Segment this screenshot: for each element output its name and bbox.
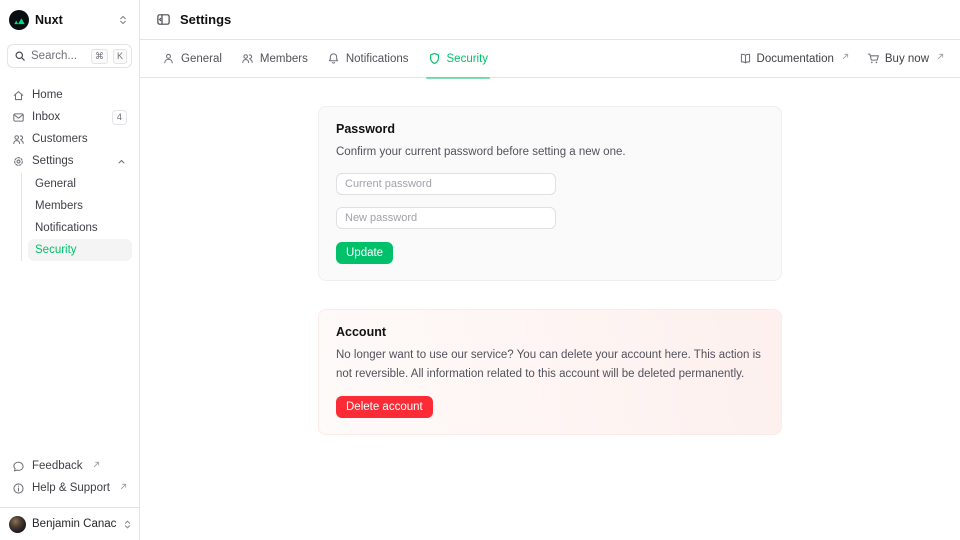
sidebar-item-settings[interactable]: Settings (7, 150, 132, 172)
help-support-link[interactable]: Help & Support (7, 477, 132, 499)
update-password-button[interactable]: Update (336, 242, 393, 264)
password-card-title: Password (336, 122, 764, 136)
search-icon (14, 50, 26, 62)
main: Settings General Members (140, 0, 960, 540)
tab-label: Members (260, 53, 308, 65)
content-area: Password Confirm your current password b… (140, 78, 960, 540)
bell-icon (327, 52, 340, 65)
app-root: Nuxt Search... ⌘ K (0, 0, 960, 540)
sidebar-item-label: Members (35, 200, 83, 212)
tab-bar: General Members Notifi (140, 40, 960, 78)
sidebar-item-general[interactable]: General (28, 173, 132, 195)
users-icon (12, 133, 25, 146)
sidebar-item-inbox[interactable]: Inbox 4 (7, 106, 132, 128)
sidebar-item-label: Home (32, 89, 63, 101)
external-link-icon (842, 53, 849, 60)
external-link-icon (120, 483, 127, 490)
shield-icon (428, 52, 441, 65)
sidebar-item-label: Inbox (32, 111, 60, 123)
chevron-up-icon (116, 156, 127, 167)
footer-link-label: Feedback (32, 460, 83, 472)
buy-now-button[interactable]: Buy now (867, 52, 944, 65)
account-card-title: Account (336, 325, 764, 339)
gear-icon (12, 155, 25, 168)
workspace-name: Nuxt (35, 13, 63, 27)
search-input[interactable]: Search... ⌘ K (7, 44, 132, 68)
documentation-link[interactable]: Documentation (739, 52, 849, 65)
tab-label: Security (447, 53, 489, 65)
user-name: Benjamin Canac (32, 518, 116, 530)
sidebar-item-customers[interactable]: Customers (7, 128, 132, 150)
sidebar-item-security[interactable]: Security (28, 239, 132, 261)
search-placeholder: Search... (31, 50, 86, 62)
sidebar-nav: Home Inbox 4 Custo (0, 74, 139, 449)
header-actions: Documentation Bu (739, 52, 944, 65)
sidebar-item-label: Security (35, 244, 77, 256)
chat-bubble-icon (12, 460, 25, 473)
sidebar-item-label: Settings (32, 155, 74, 167)
users-icon (241, 52, 254, 65)
current-password-field[interactable] (336, 173, 556, 195)
feedback-link[interactable]: Feedback (7, 455, 132, 477)
password-card-description: Confirm your current password before set… (336, 143, 764, 161)
tab-general[interactable]: General (162, 40, 222, 78)
cart-icon (867, 52, 880, 65)
nuxt-logo-icon (9, 10, 29, 30)
user-menu[interactable]: Benjamin Canac (0, 507, 139, 540)
settings-submenu: General Members Notifications Security (21, 173, 132, 261)
chevron-up-down-icon (122, 519, 133, 530)
sidebar-item-members[interactable]: Members (28, 195, 132, 217)
tab-notifications[interactable]: Notifications (327, 40, 409, 78)
info-circle-icon (12, 482, 25, 495)
sidebar-item-home[interactable]: Home (7, 84, 132, 106)
password-card: Password Confirm your current password b… (318, 106, 782, 281)
footer-link-label: Help & Support (32, 482, 110, 494)
collapse-sidebar-icon[interactable] (156, 12, 171, 27)
page-header: Settings (140, 0, 960, 40)
tab-label: General (181, 53, 222, 65)
sidebar-footer: Feedback Help & Support (0, 449, 139, 507)
page-title: Settings (180, 12, 231, 27)
sidebar-item-notifications[interactable]: Notifications (28, 217, 132, 239)
workspace[interactable]: Nuxt (9, 10, 63, 30)
home-icon (12, 89, 25, 102)
tab-security[interactable]: Security (428, 40, 489, 78)
sidebar-item-label: Customers (32, 133, 88, 145)
inbox-count-badge: 4 (112, 110, 127, 125)
account-card: Account No longer want to use our servic… (318, 309, 782, 435)
kbd-cmd: ⌘ (91, 49, 108, 64)
delete-account-button[interactable]: Delete account (336, 396, 433, 418)
user-icon (162, 52, 175, 65)
sidebar: Nuxt Search... ⌘ K (0, 0, 140, 540)
book-open-icon (739, 52, 752, 65)
new-password-field[interactable] (336, 207, 556, 229)
workspace-switcher[interactable]: Nuxt (0, 0, 139, 40)
external-link-icon (93, 461, 100, 468)
header-action-label: Documentation (757, 53, 834, 65)
account-card-description: No longer want to use our service? You c… (336, 346, 764, 383)
inbox-icon (12, 111, 25, 124)
avatar (9, 516, 26, 533)
header-action-label: Buy now (885, 53, 929, 65)
sidebar-item-label: Notifications (35, 222, 98, 234)
tab-members[interactable]: Members (241, 40, 308, 78)
chevron-up-down-icon (117, 14, 129, 26)
sidebar-item-label: General (35, 178, 76, 190)
tab-label: Notifications (346, 53, 409, 65)
kbd-k: K (113, 49, 127, 64)
external-link-icon (937, 53, 944, 60)
